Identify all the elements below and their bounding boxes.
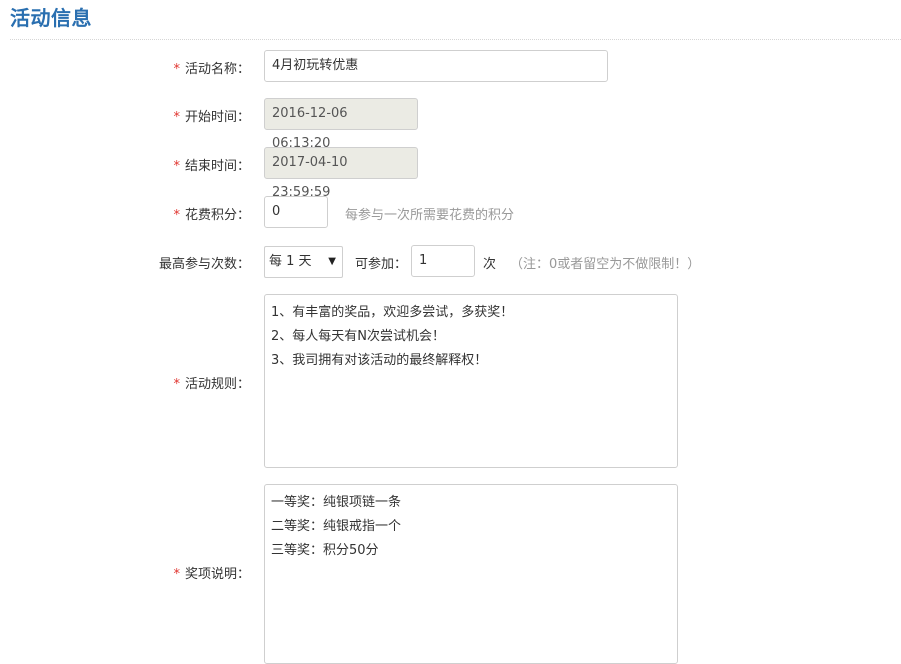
prizes-label: * 奖项说明：: [173, 567, 250, 582]
row-rules: * 活动规则： 1、有丰富的奖品，欢迎多尝试，多获奖！ 2、每人每天有N次尝试机会…: [0, 294, 901, 468]
count-unit: 次: [483, 257, 497, 272]
can-join-label: 可参加：: [355, 257, 408, 272]
rules-textarea[interactable]: 1、有丰富的奖品，欢迎多尝试，多获奖！ 2、每人每天有N次尝试机会！ 3、我司拥…: [264, 294, 678, 468]
required-mark: *: [173, 110, 180, 125]
required-mark: *: [173, 159, 180, 174]
row-prizes: * 奖项说明： 一等奖：纯银项链一条 二等奖：纯银戒指一个 三等奖：积分50分: [0, 484, 901, 664]
end-time-input: 2017-04-10 23:59:59: [264, 147, 418, 200]
required-mark: *: [173, 377, 180, 392]
participation-note: （注：0或者留空为不做限制！）: [510, 257, 701, 272]
activity-name-input[interactable]: 4月初玩转优惠: [264, 50, 608, 82]
end-time-label: * 结束时间：: [173, 159, 250, 174]
period-select-value: 每 1 天: [269, 254, 312, 269]
rules-label: * 活动规则：: [173, 377, 250, 392]
section-divider: [10, 39, 901, 40]
period-select[interactable]: 每 1 天 ▼: [264, 246, 343, 278]
required-mark: *: [173, 567, 180, 582]
chevron-down-icon: ▼: [328, 256, 336, 267]
rules-line: 3、我司拥有对该活动的最终解释权！: [271, 353, 488, 368]
max-participation-label: 最高参与次数：: [158, 257, 250, 272]
prizes-line: 三等奖：积分50分: [271, 543, 379, 558]
prizes-line: 二等奖：纯银戒指一个: [271, 519, 402, 534]
row-end-time: * 结束时间： 2017-04-10 23:59:59: [0, 147, 901, 200]
rules-line: 2、每人每天有N次尝试机会！: [271, 329, 445, 344]
prizes-line: 一等奖：纯银项链一条: [271, 495, 402, 510]
cost-points-hint: 每参与一次所需要花费的积分: [345, 208, 515, 223]
required-mark: *: [173, 62, 180, 77]
cost-points-input[interactable]: 0: [264, 196, 328, 228]
section-title: 活动信息: [10, 6, 92, 30]
cost-points-label: * 花费积分：: [173, 208, 250, 223]
required-mark: *: [173, 208, 180, 223]
start-time-label: * 开始时间：: [173, 110, 250, 125]
prizes-textarea[interactable]: 一等奖：纯银项链一条 二等奖：纯银戒指一个 三等奖：积分50分: [264, 484, 678, 664]
participation-count-input[interactable]: 1: [411, 245, 475, 277]
row-cost-points: * 花费积分： 0 每参与一次所需要花费的积分: [0, 196, 901, 228]
row-activity-name: * 活动名称： 4月初玩转优惠: [0, 50, 901, 82]
row-max-participation: 最高参与次数： 每 1 天 ▼ 可参加： 1 次 （注：0或者留空为不做限制！）: [0, 245, 901, 278]
start-time-input: 2016-12-06 06:13:20: [264, 98, 418, 151]
rules-line: 1、有丰富的奖品，欢迎多尝试，多获奖！: [271, 305, 514, 320]
row-start-time: * 开始时间： 2016-12-06 06:13:20: [0, 98, 901, 151]
activity-name-label: * 活动名称：: [173, 62, 250, 77]
